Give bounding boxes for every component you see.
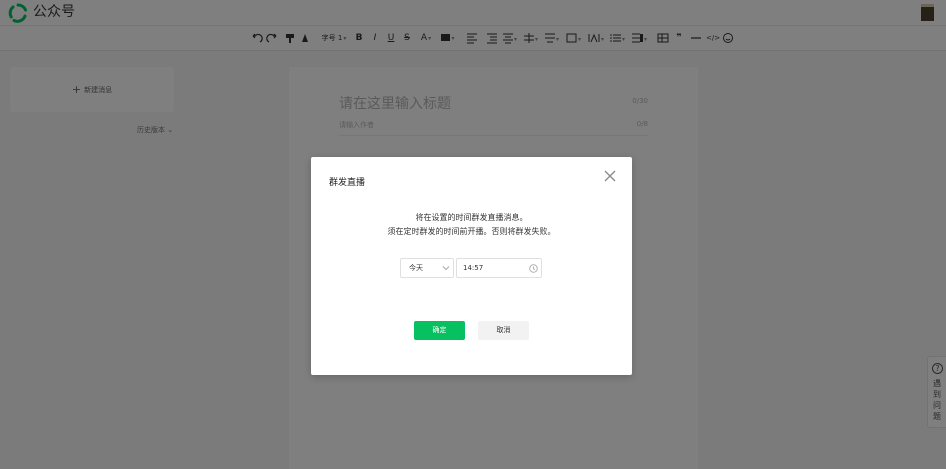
live-broadcast-dialog: 群发直播 将在设置的时间群发直播消息。 须在定时群发的时间前开播。否则将群发失败…: [311, 157, 632, 375]
dialog-message-line2: 须在定时群发的时间前开播。否则将群发失败。: [387, 227, 556, 236]
time-input-value: 14:57: [463, 264, 484, 272]
dialog-title: 群发直播: [329, 178, 366, 188]
cancel-button[interactable]: 取消: [478, 321, 529, 340]
day-select-value: 今天: [409, 264, 423, 272]
clock-icon: [529, 264, 538, 273]
time-input[interactable]: 14:57: [456, 258, 542, 278]
close-icon[interactable]: [603, 169, 617, 183]
chevron-down-icon: [442, 266, 450, 271]
day-select[interactable]: 今天: [400, 258, 454, 278]
dialog-message-line1: 将在设置的时间群发直播消息。: [415, 213, 528, 222]
confirm-button[interactable]: 确定: [414, 321, 465, 340]
